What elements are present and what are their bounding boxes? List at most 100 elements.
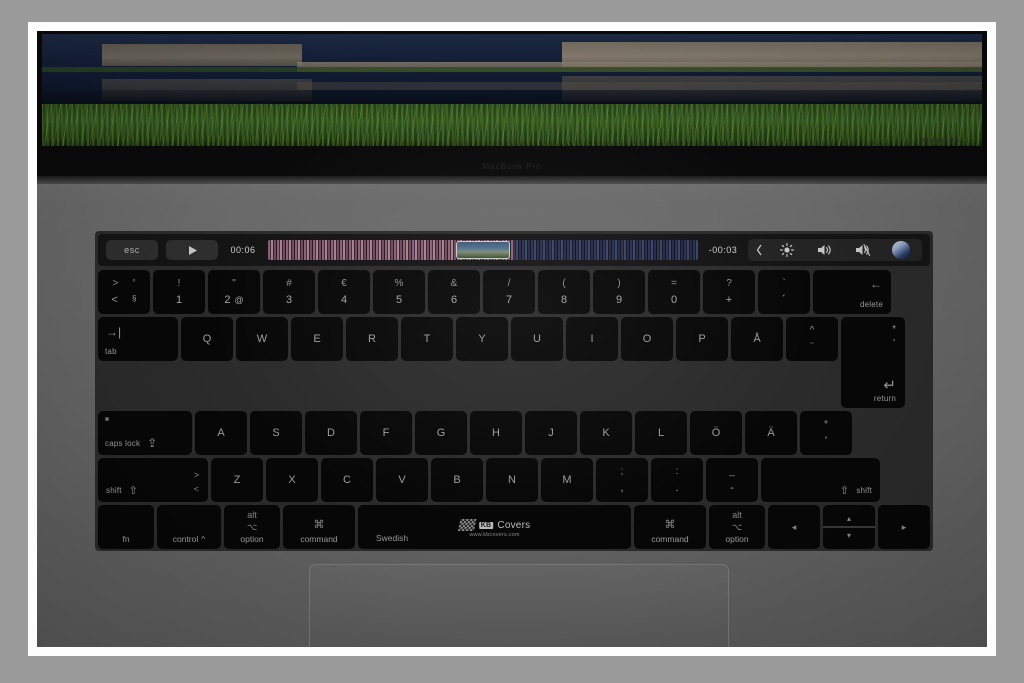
key-2[interactable]: " 2 @ (208, 270, 260, 314)
key-n[interactable]: N (486, 458, 538, 502)
key-8[interactable]: ( 8 (538, 270, 590, 314)
wallpaper-far-grass (42, 67, 982, 72)
key-shift-right[interactable]: ⇧ shift (761, 458, 880, 502)
touchbar-waveform-scrubber[interactable] (268, 240, 698, 260)
key-y[interactable]: Y (456, 317, 508, 361)
key-0[interactable]: = 0 (648, 270, 700, 314)
key-x[interactable]: X (266, 458, 318, 502)
brightness-icon[interactable] (768, 239, 806, 261)
shift-arrow-icon-right: ⇧ (839, 485, 850, 497)
key-g[interactable]: G (415, 411, 467, 455)
key-7[interactable]: / 7 (483, 270, 535, 314)
siri-icon[interactable] (882, 239, 920, 261)
key-return[interactable]: * ' ↵ return (841, 317, 905, 408)
key-k[interactable]: K (580, 411, 632, 455)
key-f[interactable]: F (360, 411, 412, 455)
key-acute[interactable]: ` ´ (758, 270, 810, 314)
key-m[interactable]: M (541, 458, 593, 502)
wallpaper-grass-blades (42, 104, 982, 146)
key-option-left[interactable]: alt ⌥ option (224, 505, 280, 549)
key-option-right[interactable]: alt ⌥ option (709, 505, 765, 549)
key-t[interactable]: T (401, 317, 453, 361)
key-c[interactable]: C (321, 458, 373, 502)
mute-icon[interactable] (844, 239, 882, 261)
key-command-left[interactable]: ⌘ command (283, 505, 355, 549)
key-z[interactable]: Z (211, 458, 263, 502)
tab-arrow-icon: →| (106, 325, 122, 339)
key-shift-left[interactable]: shift ⇧ > < (98, 458, 208, 502)
screenshot-root: MacBook Pro MacBook Pro esc 00:06 -00:03… (0, 0, 1024, 683)
touchbar-esc-button[interactable]: esc (106, 240, 158, 260)
trackpad[interactable] (309, 564, 729, 647)
kb-covers-url: www.kbcovers.com (469, 532, 520, 539)
key-o[interactable]: O (621, 317, 673, 361)
key-space[interactable]: Swedish KB Covers www.kbcovers.com (358, 505, 631, 549)
touchbar-control-strip[interactable] (748, 239, 922, 261)
arrow-up-icon[interactable]: ▴ (823, 505, 875, 526)
key-w[interactable]: W (236, 317, 288, 361)
key-u[interactable]: U (511, 317, 563, 361)
key-j[interactable]: J (525, 411, 577, 455)
key-semicolon[interactable]: ; , (596, 458, 648, 502)
keyboard-row-home: caps lock ⇪ A S D F G H J K L Ö Ä * ' (98, 411, 930, 455)
kb-covers-wordmark: Covers (497, 519, 531, 531)
key-b[interactable]: B (431, 458, 483, 502)
key-5[interactable]: % 5 (373, 270, 425, 314)
touch-bar[interactable]: esc 00:06 -00:03 (98, 234, 930, 266)
key-caps-lock[interactable]: caps lock ⇪ (98, 411, 192, 455)
palm-rest (37, 556, 987, 647)
key-d[interactable]: D (305, 411, 357, 455)
wallpaper-reflection-band (297, 82, 982, 90)
key-aring[interactable]: Å (731, 317, 783, 361)
key-apostrophe[interactable]: * ' (800, 411, 852, 455)
waveform-playhead-thumbnail[interactable] (456, 241, 510, 259)
key-delete[interactable]: ← delete (813, 270, 891, 314)
key-h[interactable]: H (470, 411, 522, 455)
key-3[interactable]: # 3 (263, 270, 315, 314)
key-l[interactable]: L (635, 411, 687, 455)
return-apostrophe: ' (893, 338, 895, 349)
key-e[interactable]: E (291, 317, 343, 361)
key-4[interactable]: € 4 (318, 270, 370, 314)
play-icon[interactable] (166, 240, 218, 260)
key-odiaeresis[interactable]: Ö (690, 411, 742, 455)
volume-up-icon[interactable] (806, 239, 844, 261)
key-9[interactable]: ) 9 (593, 270, 645, 314)
laptop-base: esc 00:06 -00:03 > ° < § ! 1 " 2 @ # 3 €… (37, 176, 987, 647)
key-i[interactable]: I (566, 317, 618, 361)
command-glyph-icon-right: ⌘ (664, 519, 676, 532)
shift-angle-top: > (193, 470, 199, 480)
control-caret-icon: ^ (201, 534, 206, 544)
key-arrow-left[interactable]: ◂ (768, 505, 820, 549)
key-plus[interactable]: ? + (703, 270, 755, 314)
caps-lock-led-icon (105, 417, 109, 421)
key-section[interactable]: > ° < § (98, 270, 150, 314)
key-v[interactable]: V (376, 458, 428, 502)
option-glyph-icon-right: ⌥ (731, 521, 743, 532)
key-control[interactable]: control ^ (157, 505, 221, 549)
macbook-pro-label: MacBook Pro (482, 162, 542, 171)
key-colon[interactable]: : . (651, 458, 703, 502)
key-underscore[interactable]: _ - (706, 458, 758, 502)
expand-control-strip-icon[interactable] (750, 239, 768, 261)
key-arrow-right[interactable]: ▸ (878, 505, 930, 549)
key-6[interactable]: & 6 (428, 270, 480, 314)
arrow-right-icon: ▸ (901, 521, 907, 532)
key-command-right[interactable]: ⌘ command (634, 505, 706, 549)
keyboard-language-label: Swedish (376, 533, 409, 543)
key-arrow-up-down[interactable]: ▴ ▾ (823, 505, 875, 549)
key-p[interactable]: P (676, 317, 728, 361)
arrow-down-icon[interactable]: ▾ (823, 528, 875, 549)
key-r[interactable]: R (346, 317, 398, 361)
key-fn[interactable]: fn (98, 505, 154, 549)
key-a[interactable]: A (195, 411, 247, 455)
key-adiaeresis[interactable]: Ä (745, 411, 797, 455)
key-q[interactable]: Q (181, 317, 233, 361)
key-1[interactable]: ! 1 (153, 270, 205, 314)
kb-covers-branding: KB Covers www.kbcovers.com (457, 519, 531, 539)
key-tab[interactable]: →| tab (98, 317, 178, 361)
keyboard-well: esc 00:06 -00:03 > ° < § ! 1 " 2 @ # 3 €… (95, 231, 933, 551)
key-circumflex[interactable]: ^ ¨ (786, 317, 838, 361)
arrow-left-icon: ◂ (791, 521, 797, 532)
key-s[interactable]: S (250, 411, 302, 455)
